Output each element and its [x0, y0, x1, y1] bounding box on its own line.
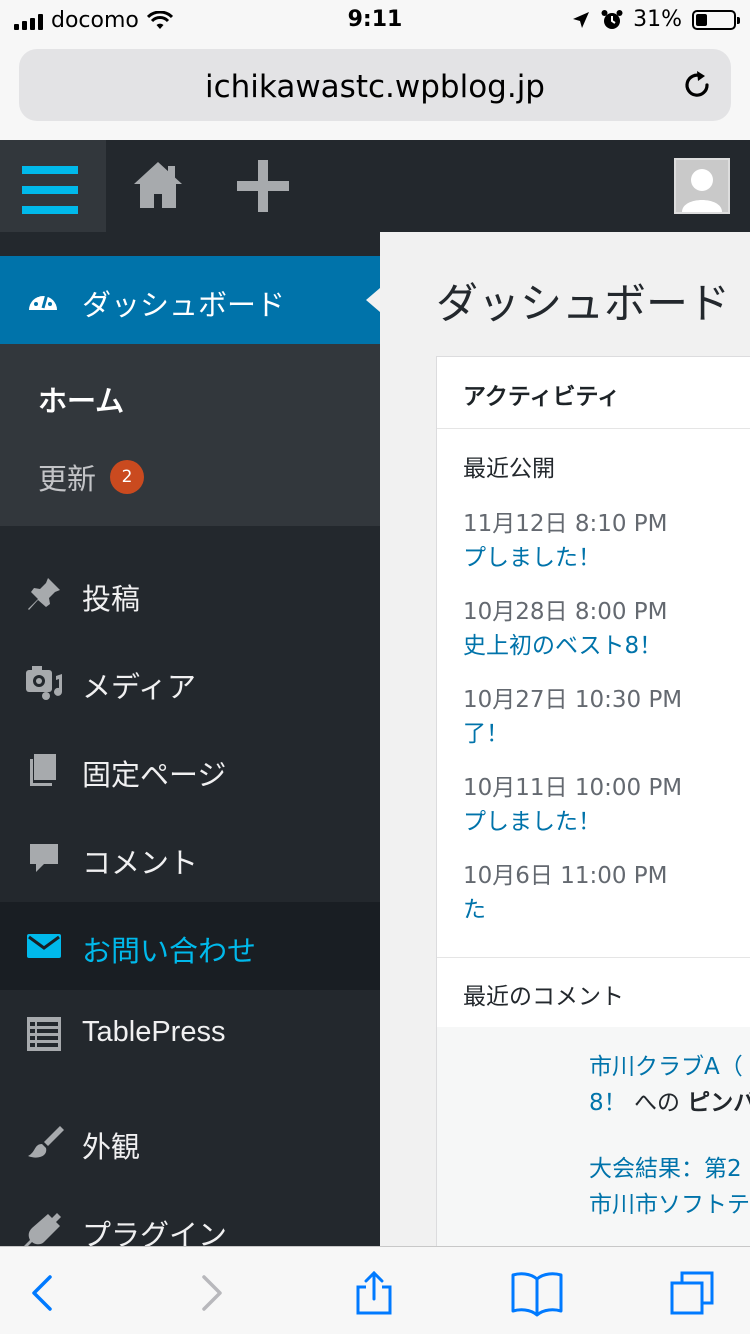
list-item: 10月6日 11:00 PM た [463, 859, 668, 927]
sidebar-item-pages[interactable]: 固定ページ [0, 726, 380, 814]
home-icon[interactable] [130, 158, 186, 214]
sidebar-item-tablepress[interactable]: TablePress [0, 990, 380, 1078]
browser-url-area: ichikawastc.wpblog.jp [0, 42, 750, 140]
divider [437, 957, 750, 958]
comment-text: への [626, 1090, 688, 1116]
recent-published-heading: 最近公開 [463, 456, 555, 482]
page-title: ダッシュボード [436, 279, 731, 328]
comment-type: ピンバ [687, 1090, 750, 1116]
tabs-icon[interactable] [668, 1269, 716, 1317]
brush-icon [28, 1126, 64, 1158]
sidebar-item-label: 投稿 [82, 582, 141, 616]
sidebar-item-plugins[interactable]: プラグイン [0, 1186, 380, 1246]
plugin-icon [24, 1210, 61, 1246]
sidebar-item-label: 固定ページ [82, 758, 227, 792]
sidebar-item-label: ダッシュボード [82, 288, 286, 322]
reload-icon[interactable] [679, 67, 715, 103]
back-icon[interactable] [20, 1269, 68, 1317]
main-content: ダッシュボード アクティビティ 最近公開 11月12日 8:10 PM プしまし… [380, 232, 750, 1246]
table-icon [27, 1017, 61, 1051]
post-date: 10月27日 10:30 PM [463, 687, 683, 713]
wp-admin-bar [0, 140, 750, 232]
update-count-badge: 2 [110, 460, 145, 494]
battery-icon [692, 9, 740, 30]
comment-icon [30, 844, 58, 872]
alarm-icon [601, 9, 623, 29]
list-item: 10月27日 10:30 PM 了！ [463, 683, 682, 751]
bookmarks-icon[interactable] [510, 1269, 564, 1317]
new-content-icon[interactable] [234, 160, 292, 212]
user-icon [676, 160, 728, 212]
post-link[interactable]: プしました！ [463, 805, 682, 839]
post-date: 11月12日 8:10 PM [463, 511, 668, 537]
forward-icon[interactable] [186, 1269, 234, 1317]
list-item: 10月28日 8:00 PM 史上初のベスト8！ [463, 595, 668, 663]
sidebar-item-media[interactable]: メディア [0, 638, 380, 726]
pin-icon [28, 578, 60, 610]
hamburger-icon [22, 166, 78, 174]
activity-widget: アクティビティ 最近公開 11月12日 8:10 PM プしました！ 10月28… [436, 356, 750, 1246]
current-arrow [366, 288, 380, 312]
browser-toolbar [0, 1246, 750, 1334]
comment-author-link[interactable]: 大会結果：第2 [589, 1151, 750, 1187]
post-date: 10月6日 11:00 PM [463, 863, 668, 889]
sidebar-item-label: メディア [82, 670, 196, 704]
comment-author-link[interactable]: 市川クラブA（ [589, 1049, 750, 1085]
address-bar[interactable]: ichikawastc.wpblog.jp [19, 49, 731, 121]
submenu-update[interactable]: 更新 2 [38, 456, 145, 498]
post-date: 10月28日 8:00 PM [463, 599, 668, 625]
recent-comments-heading: 最近のコメント [463, 984, 624, 1010]
admin-sidebar: ダッシュボード ホーム 更新 2 投稿 メディア 固定ページ コメント お問い合… [0, 232, 380, 1246]
sidebar-item-appearance[interactable]: 外観 [0, 1098, 380, 1186]
status-right: 31% [571, 7, 740, 32]
submenu-home[interactable]: ホーム [38, 378, 124, 420]
comment-item: 大会結果：第2 市川市ソフトテ [589, 1151, 750, 1223]
url-text[interactable]: ichikawastc.wpblog.jp [19, 69, 731, 105]
activity-widget-title[interactable]: アクティビティ [437, 357, 750, 429]
comment-item: 市川クラブA（ 8！ への ピンバ [589, 1049, 750, 1121]
comments-list: 市川クラブA（ 8！ への ピンバ 大会結果：第2 市川市ソフトテ [437, 1027, 750, 1246]
sidebar-item-label: コメント [82, 846, 199, 880]
sidebar-item-label: プラグイン [82, 1218, 228, 1246]
share-icon[interactable] [350, 1269, 398, 1317]
location-icon [573, 11, 590, 28]
submenu-update-label: 更新 [38, 462, 97, 496]
sidebar-item-label: TablePress [82, 1016, 226, 1048]
comment-post-link[interactable]: 市川市ソフトテ [589, 1192, 750, 1218]
menu-toggle-button[interactable] [0, 140, 106, 232]
post-link[interactable]: 史上初のベスト8！ [463, 629, 668, 663]
list-item: 11月12日 8:10 PM プしました！ [463, 507, 668, 575]
dashboard-icon [29, 293, 57, 310]
comment-post-link[interactable]: 8！ [589, 1090, 627, 1116]
post-date: 10月11日 10:00 PM [463, 775, 683, 801]
post-link[interactable]: 了！ [463, 717, 682, 751]
sidebar-item-comments[interactable]: コメント [0, 814, 380, 902]
dashboard-submenu: ホーム 更新 2 [0, 344, 380, 526]
battery-fill [696, 13, 707, 26]
list-item: 10月11日 10:00 PM プしました！ [463, 771, 682, 839]
sidebar-item-label: お問い合わせ [82, 934, 257, 968]
post-link[interactable]: プしました！ [463, 541, 668, 575]
pages-icon [30, 754, 56, 786]
mail-icon [27, 934, 61, 958]
sidebar-item-contact[interactable]: お問い合わせ [0, 902, 380, 990]
sidebar-item-posts[interactable]: 投稿 [0, 550, 380, 638]
post-link[interactable]: た [463, 893, 668, 927]
battery-percent: 31% [633, 7, 682, 32]
avatar[interactable] [674, 158, 730, 214]
media-icon [26, 666, 62, 700]
status-bar: docomo 9:11 31% [0, 0, 750, 42]
sidebar-item-dashboard[interactable]: ダッシュボード [0, 256, 380, 344]
sidebar-item-label: 外観 [82, 1130, 141, 1164]
